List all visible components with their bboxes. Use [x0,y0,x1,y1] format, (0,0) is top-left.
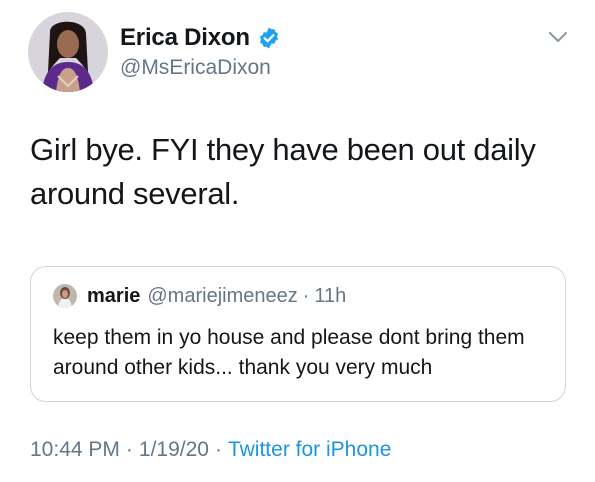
quoted-time: 11h [314,284,347,307]
tweet: Erica Dixon @MsEricaDixon Girl bye. FYI … [0,0,595,482]
author-display-name[interactable]: Erica Dixon [120,24,250,52]
quoted-separator: · [302,284,310,307]
tweet-time[interactable]: 10:44 PM [30,438,120,462]
quoted-tweet-header: marie @mariejimeneez · 11h [53,283,346,309]
quoted-author-avatar [53,284,77,308]
chevron-down-icon[interactable] [548,30,568,44]
verified-badge-icon [257,26,281,50]
meta-separator: · [125,438,133,461]
meta-separator: · [214,438,222,461]
quoted-text: keep them in yo house and please dont br… [53,326,525,379]
quoted-handle: @mariejimeneez [147,284,298,307]
author-avatar[interactable] [28,12,108,92]
tweet-meta: 10:44 PM · 1/19/20 · Twitter for iPhone [30,438,391,462]
quoted-display-name: marie [87,284,141,307]
author-handle[interactable]: @MsEricaDixon [120,56,281,80]
tweet-text: Girl bye. FYI they have been out daily a… [30,132,536,211]
tweet-date[interactable]: 1/19/20 [139,438,209,462]
author-block: Erica Dixon @MsEricaDixon [120,24,281,80]
quoted-tweet[interactable]: marie @mariejimeneez · 11h keep them in … [30,266,566,402]
author-name-row: Erica Dixon [120,24,281,52]
tweet-source-link[interactable]: Twitter for iPhone [228,438,391,462]
